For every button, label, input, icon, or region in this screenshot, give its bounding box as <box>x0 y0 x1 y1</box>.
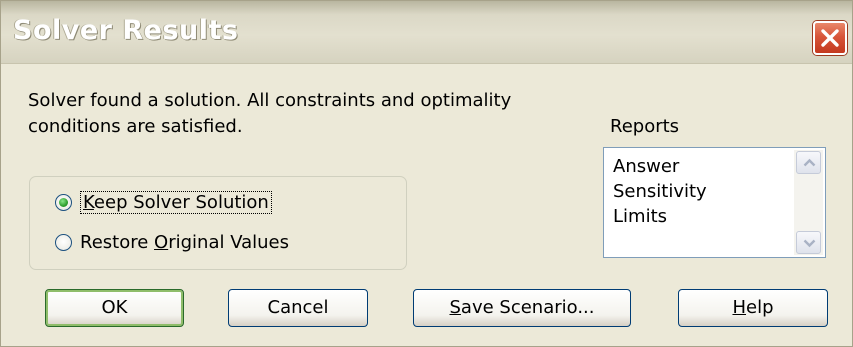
restore-values-radio[interactable] <box>55 233 72 251</box>
keep-solver-solution-option[interactable]: Keep Solver Solution <box>55 189 272 215</box>
scroll-down-button[interactable] <box>796 231 821 254</box>
solver-results-dialog: Solver Results Solver found a solution. … <box>0 0 853 347</box>
help-label: Help <box>732 297 773 318</box>
restore-values-label[interactable]: Restore Original Values <box>80 232 289 253</box>
reports-label: Reports <box>610 116 680 137</box>
report-item-answer[interactable]: Answer <box>613 154 707 179</box>
help-label-rest: elp <box>746 297 774 318</box>
help-accelerator: H <box>732 297 747 318</box>
keep-solution-radio[interactable] <box>55 193 72 211</box>
restore-values-label-prefix: Restore <box>80 231 155 253</box>
report-item-sensitivity[interactable]: Sensitivity <box>613 179 707 204</box>
close-icon <box>821 29 839 47</box>
restore-values-accelerator: O <box>154 231 169 253</box>
reports-listbox[interactable]: Answer Sensitivity Limits <box>603 147 826 258</box>
save-scenario-button[interactable]: Save Scenario... <box>413 289 631 327</box>
close-button[interactable] <box>813 21 847 55</box>
chevron-up-icon <box>803 158 816 167</box>
report-item-limits[interactable]: Limits <box>613 204 707 229</box>
message-line-2: conditions are satisfied. <box>28 116 243 137</box>
message-line-1: Solver found a solution. All constraints… <box>28 90 512 111</box>
chevron-down-icon <box>803 239 816 248</box>
save-scenario-label: Save Scenario... <box>449 297 594 318</box>
keep-solution-label-rest: eep Solver Solution <box>93 191 269 213</box>
scroll-up-button[interactable] <box>796 151 821 174</box>
ok-button[interactable]: OK <box>45 289 184 327</box>
keep-solution-label[interactable]: Keep Solver Solution <box>80 190 272 214</box>
help-button[interactable]: Help <box>678 289 828 327</box>
save-scenario-accelerator: S <box>449 297 461 318</box>
reports-scrollbar[interactable] <box>794 150 823 255</box>
dialog-title: Solver Results <box>13 15 239 46</box>
reports-items: Answer Sensitivity Limits <box>613 154 707 229</box>
cancel-button[interactable]: Cancel <box>228 289 368 327</box>
title-bar[interactable]: Solver Results <box>1 1 852 64</box>
ok-button-label: OK <box>101 297 128 318</box>
keep-solution-accelerator: K <box>83 191 94 213</box>
restore-original-values-option[interactable]: Restore Original Values <box>55 229 289 255</box>
restore-values-label-rest: riginal Values <box>168 231 289 253</box>
solution-options-group: Keep Solver Solution Restore Original Va… <box>29 176 407 270</box>
result-message: Solver found a solution. All constraints… <box>28 88 588 140</box>
save-scenario-label-rest: ave Scenario... <box>460 297 595 318</box>
cancel-button-label: Cancel <box>267 297 329 318</box>
